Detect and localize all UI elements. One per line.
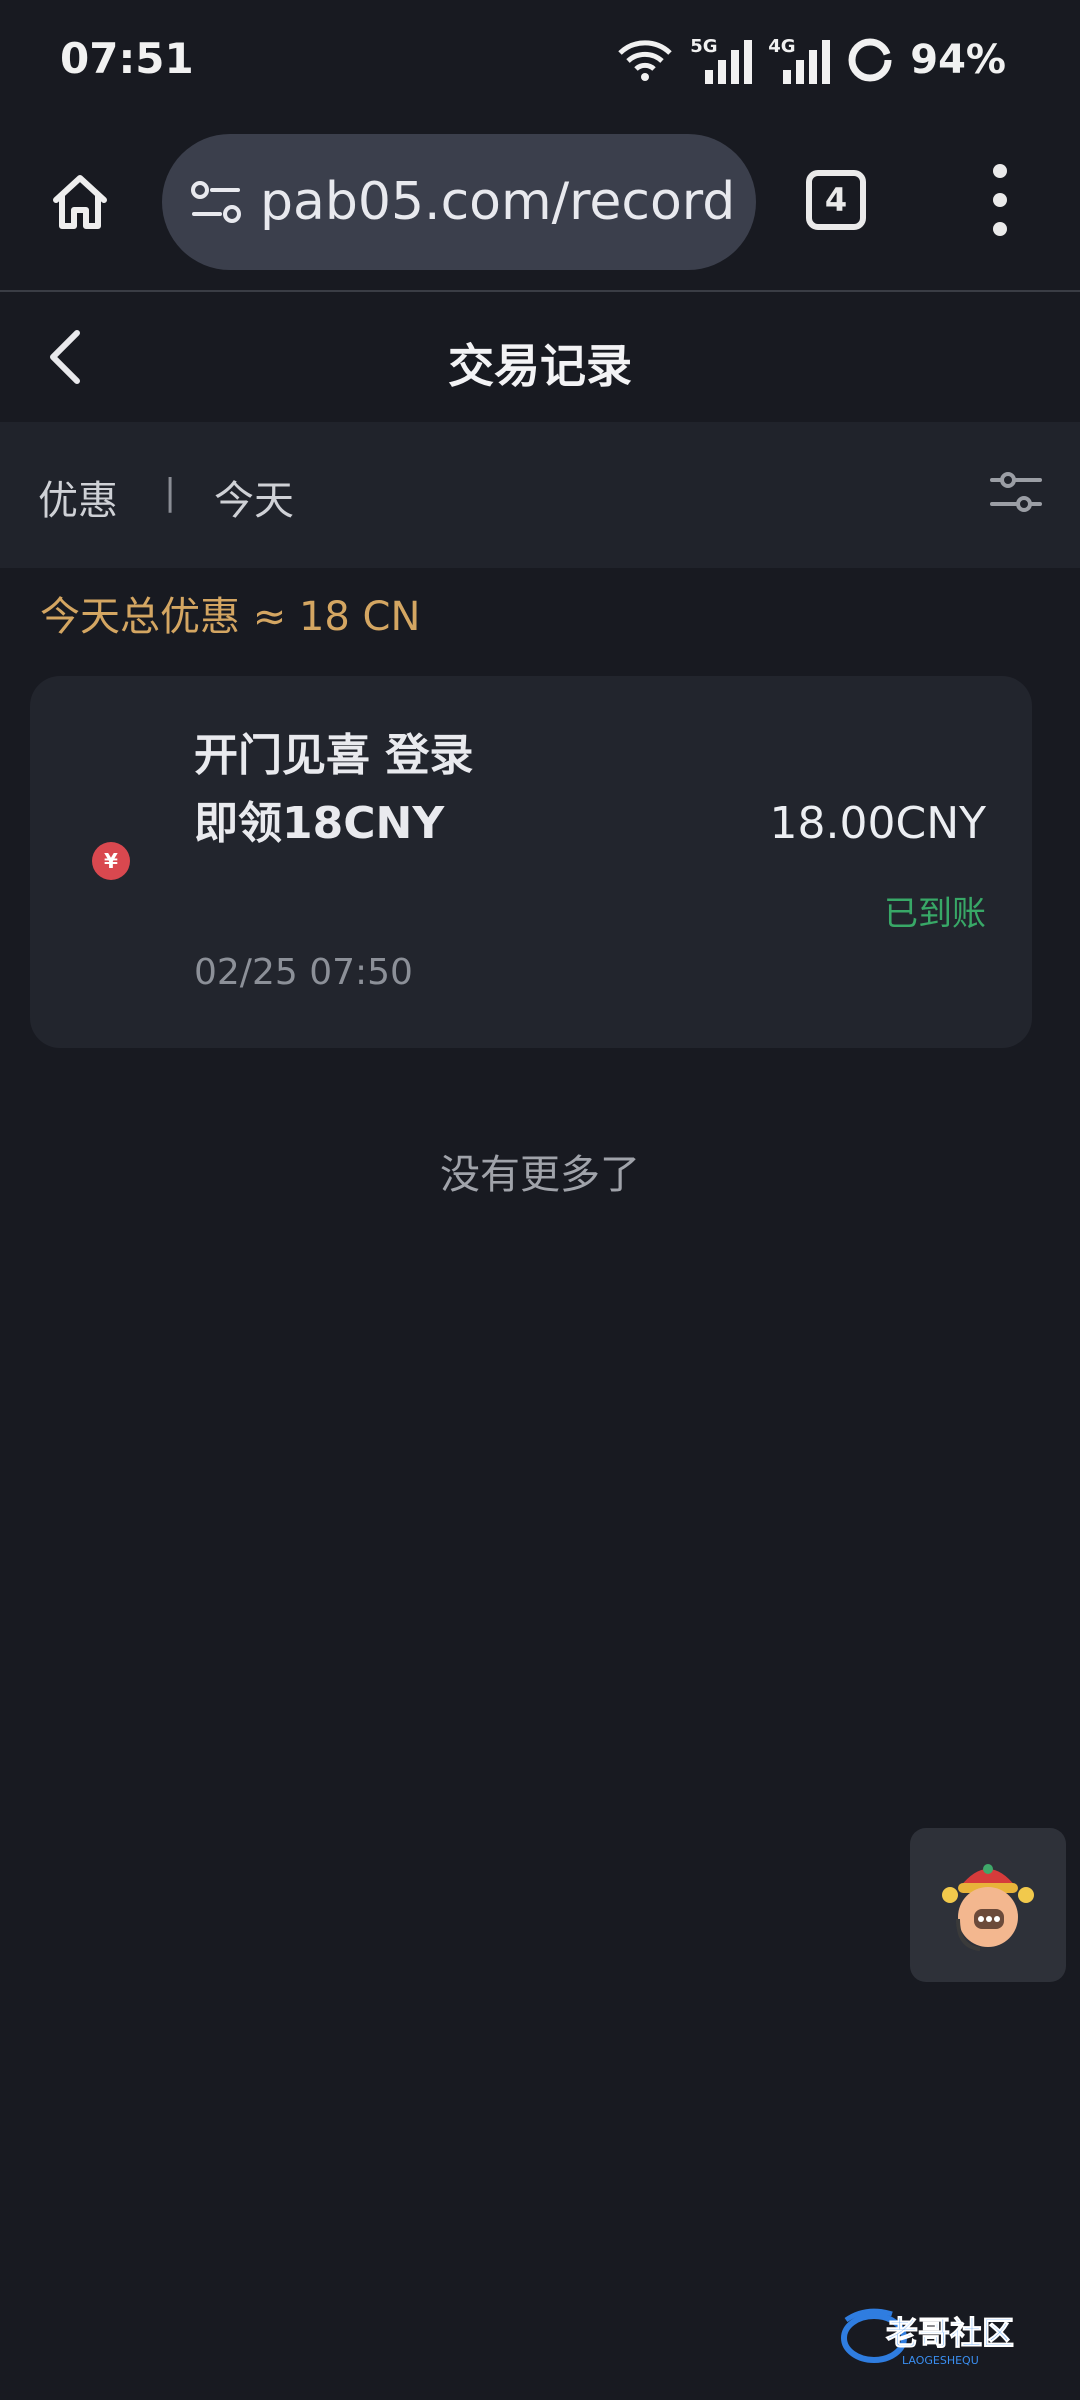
record-date: 02/25 07:50 [194,952,413,993]
filter-date[interactable]: 今天 [214,468,294,526]
filter-type[interactable]: 优惠 [38,468,118,526]
page-header: 交易记录 [0,292,1080,422]
wifi-icon [618,40,672,81]
svg-text:LAOGESHEQU: LAOGESHEQU [902,2354,979,2367]
tab-count: 4 [824,181,848,219]
url-text[interactable]: pab05.com/record [260,172,735,232]
browser-toolbar: pab05.com/record 4 [0,120,1080,292]
record-status: 已到账 [884,894,986,934]
record-amount: 18.00CNY [769,798,986,849]
url-bar[interactable]: pab05.com/record [162,134,756,270]
total-bonus-summary: 今天总优惠 ≈ 18 CN [40,594,421,640]
filter-separator: | [164,472,177,513]
record-card[interactable]: ¥ 开门见喜 登录即领18CNY 02/25 07:50 18.00CNY 已到… [30,676,1032,1048]
battery-ring-icon [848,38,892,82]
more-vert-dot [993,222,1007,236]
home-button[interactable] [44,166,116,238]
record-title: 开门见喜 登录即领18CNY [194,730,474,849]
more-vert-icon [993,164,1007,178]
svg-text:老哥社区: 老哥社区 [886,2314,1014,2352]
signal-5g-icon: 5G [690,36,753,84]
signal-4g-icon: 4G [768,36,831,84]
page-title: 交易记录 [448,339,632,393]
filter-sliders-icon[interactable] [988,464,1044,520]
site-settings-button[interactable] [186,172,246,232]
status-time: 07:51 [60,34,194,83]
site-settings-icon [191,181,241,223]
tabs-button[interactable]: 4 [806,170,866,230]
home-icon [53,175,107,229]
watermark-logo: 老哥社区 LAOGESHEQU [841,2308,1015,2367]
customer-service-button[interactable] [910,1828,1066,1982]
yen-coin-icon: ¥ [92,842,130,880]
customer-service-avatar-icon [942,1864,1034,1951]
list-end-text: 没有更多了 [440,1152,640,1198]
more-vert-dot [993,193,1007,207]
battery-percent: 94% [910,37,1006,83]
more-menu-button[interactable] [980,164,1020,236]
status-bar: 07:51 5G 4G 94% [0,0,1080,120]
filter-bar: 优惠 | 今天 [0,422,1080,568]
status-icons: 5G 4G 94% [616,32,1006,88]
